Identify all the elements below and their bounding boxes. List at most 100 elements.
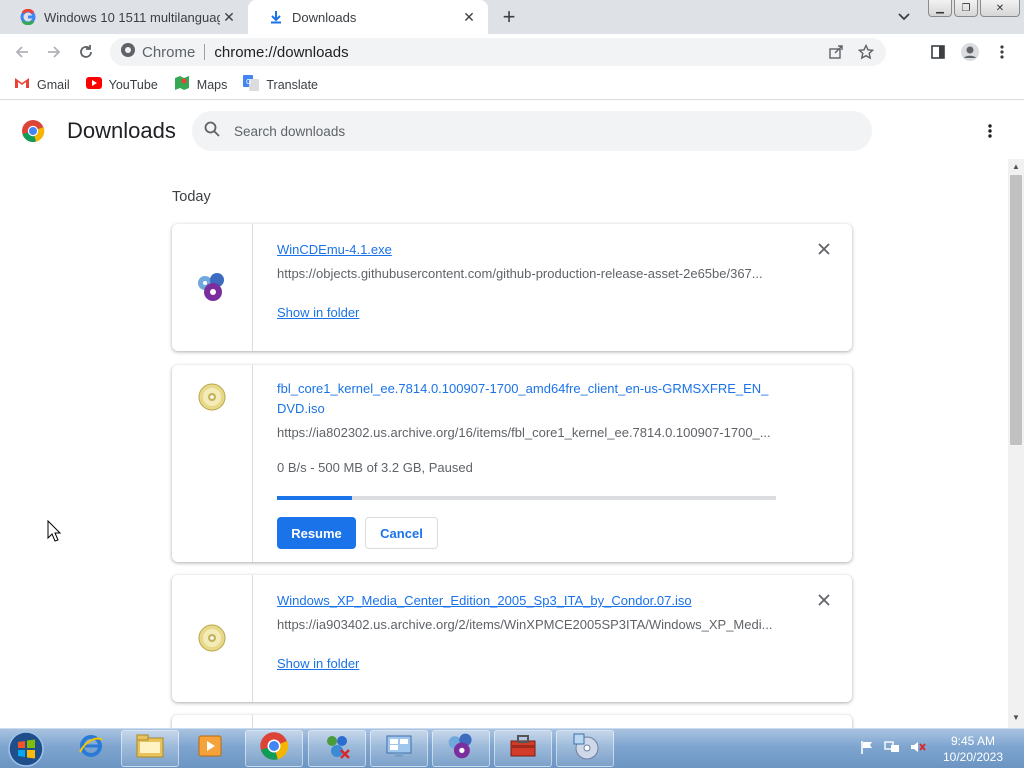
taskbar-wincdemu[interactable] bbox=[432, 730, 490, 767]
tab-strip: Windows 10 1511 multilanguage ✕ Download… bbox=[0, 0, 1024, 34]
network-status-icon[interactable] bbox=[884, 740, 900, 759]
file-name[interactable]: fbl_core1_kernel_ee.7814.0.100907-1700_a… bbox=[277, 379, 777, 419]
file-name-link[interactable]: Windows_XP_Media_Center_Edition_2005_Sp3… bbox=[277, 591, 777, 611]
bookmark-label: Translate bbox=[266, 77, 319, 92]
chevron-down-icon[interactable] bbox=[894, 7, 914, 27]
download-item-paused: fbl_core1_kernel_ee.7814.0.100907-1700_a… bbox=[172, 365, 852, 562]
site-name: Chrome bbox=[142, 43, 196, 61]
download-status: 0 B/s - 500 MB of 3.2 GB, Paused bbox=[277, 460, 473, 475]
file-source-url[interactable]: https://ia903402.us.archive.org/2/items/… bbox=[277, 617, 775, 632]
downloads-list: Today WinCDEmu-4.1.exe https://objects.g… bbox=[0, 159, 1008, 728]
gmail-icon bbox=[14, 77, 30, 92]
minimize-button[interactable]: ▁ bbox=[928, 0, 952, 17]
progress-fill bbox=[277, 496, 352, 500]
toolbox-icon bbox=[508, 733, 538, 764]
taskbar-media-player[interactable] bbox=[181, 730, 239, 767]
remove-item-icon[interactable] bbox=[816, 592, 832, 608]
tab-downloads[interactable]: Downloads ✕ bbox=[248, 0, 488, 34]
search-icon bbox=[204, 121, 220, 142]
taskbar-ie[interactable] bbox=[62, 730, 120, 767]
chrome-icon bbox=[259, 731, 289, 766]
explorer-icon bbox=[135, 733, 165, 764]
volume-muted-icon[interactable] bbox=[910, 740, 926, 759]
bookmark-star-icon[interactable] bbox=[857, 43, 875, 64]
show-in-folder-link[interactable]: Show in folder bbox=[277, 656, 359, 671]
network-app-icon bbox=[323, 732, 351, 765]
bookmark-label: Maps bbox=[196, 77, 228, 92]
taskbar-chrome[interactable] bbox=[245, 730, 303, 767]
profile-avatar[interactable] bbox=[958, 40, 982, 64]
chrome-logo-icon bbox=[21, 119, 45, 143]
bookmark-label: Gmail bbox=[37, 77, 70, 92]
scroll-down-icon[interactable]: ▼ bbox=[1012, 714, 1020, 722]
control-panel-icon bbox=[384, 733, 414, 764]
file-name-link[interactable]: WinCDEmu-4.1.exe bbox=[277, 240, 777, 260]
bookmark-label: YouTube bbox=[108, 77, 158, 92]
remove-item-icon[interactable] bbox=[816, 241, 832, 257]
progress-bar bbox=[277, 496, 776, 500]
download-details: WinCDEmu-4.1.exe https://objects.githubu… bbox=[277, 240, 777, 322]
downloads-header: Downloads bbox=[0, 101, 1024, 159]
back-button[interactable] bbox=[10, 40, 34, 64]
scroll-up-icon[interactable]: ▲ bbox=[1012, 163, 1020, 171]
taskbar-network-app[interactable] bbox=[308, 730, 366, 767]
download-details: Windows_XP_Media_Center_Edition_2005_Sp3… bbox=[277, 591, 777, 673]
download-item: WinCDEmu-4.1.exe https://objects.githubu… bbox=[172, 224, 852, 351]
maps-icon bbox=[174, 75, 190, 94]
tab-close-icon[interactable]: ✕ bbox=[460, 8, 478, 26]
wincdemu-icon bbox=[446, 731, 476, 766]
file-icon-column bbox=[172, 365, 253, 562]
start-button[interactable] bbox=[6, 730, 46, 768]
new-tab-button[interactable]: + bbox=[496, 4, 522, 29]
file-icon-column bbox=[172, 715, 253, 728]
share-icon[interactable] bbox=[828, 44, 844, 64]
file-source-url[interactable]: https://objects.githubusercontent.com/gi… bbox=[277, 266, 775, 281]
cancel-button[interactable]: Cancel bbox=[365, 517, 438, 549]
date-section-label: Today bbox=[172, 189, 211, 205]
disc-tool-icon bbox=[570, 731, 600, 766]
action-center-flag-icon[interactable] bbox=[860, 740, 874, 759]
taskbar-control-panel[interactable] bbox=[370, 730, 428, 767]
media-player-icon bbox=[197, 733, 223, 764]
address-bar[interactable]: Chrome chrome://downloads bbox=[110, 38, 886, 66]
window-controls: ▁ ❐ ✕ bbox=[928, 0, 1020, 18]
system-tray bbox=[860, 729, 926, 768]
more-options-icon[interactable] bbox=[980, 121, 1000, 141]
taskbar-disc-tool[interactable] bbox=[556, 730, 614, 767]
vertical-scrollbar[interactable]: ▲ ▼ bbox=[1008, 159, 1024, 728]
wincdemu-icon bbox=[195, 270, 229, 351]
search-input[interactable] bbox=[234, 123, 834, 139]
side-panel-icon[interactable] bbox=[926, 40, 950, 64]
divider bbox=[204, 44, 206, 60]
forward-button[interactable] bbox=[42, 40, 66, 64]
tab-close-icon[interactable]: ✕ bbox=[220, 8, 238, 26]
taskbar-toolbox[interactable] bbox=[494, 730, 552, 767]
file-icon-column bbox=[172, 224, 253, 351]
translate-icon: G bbox=[243, 75, 260, 94]
bookmarks-bar: Gmail YouTube Maps G Translate bbox=[0, 70, 1024, 100]
google-icon bbox=[20, 9, 36, 25]
page-title: Downloads bbox=[67, 118, 176, 143]
tab-title: Downloads bbox=[292, 9, 357, 25]
taskbar-clock[interactable]: 9:45 AM 10/20/2023 bbox=[932, 733, 1014, 765]
search-box bbox=[192, 111, 872, 151]
windows-taskbar: 9:45 AM 10/20/2023 bbox=[0, 728, 1024, 768]
show-in-folder-link[interactable]: Show in folder bbox=[277, 305, 359, 320]
file-source-url[interactable]: https://ia802302.us.archive.org/16/items… bbox=[277, 425, 775, 440]
bookmark-youtube[interactable]: YouTube bbox=[85, 77, 158, 92]
url-text: chrome://downloads bbox=[214, 43, 349, 61]
ie-icon bbox=[77, 732, 105, 765]
bookmark-translate[interactable]: G Translate bbox=[243, 75, 318, 94]
scroll-thumb[interactable] bbox=[1010, 175, 1022, 445]
download-details: fbl_core1_kernel_ee.7814.0.100907-1700_a… bbox=[277, 379, 777, 549]
bookmark-maps[interactable]: Maps bbox=[174, 75, 228, 94]
reload-button[interactable] bbox=[74, 40, 98, 64]
resume-button[interactable]: Resume bbox=[277, 517, 356, 549]
chrome-icon bbox=[120, 42, 136, 62]
bookmark-gmail[interactable]: Gmail bbox=[14, 77, 70, 92]
tab-windows-10[interactable]: Windows 10 1511 multilanguage ✕ bbox=[0, 0, 248, 34]
browser-menu-icon[interactable] bbox=[990, 40, 1014, 64]
close-window-button[interactable]: ✕ bbox=[980, 0, 1020, 17]
taskbar-explorer[interactable] bbox=[121, 730, 179, 767]
restore-button[interactable]: ❐ bbox=[954, 0, 978, 17]
